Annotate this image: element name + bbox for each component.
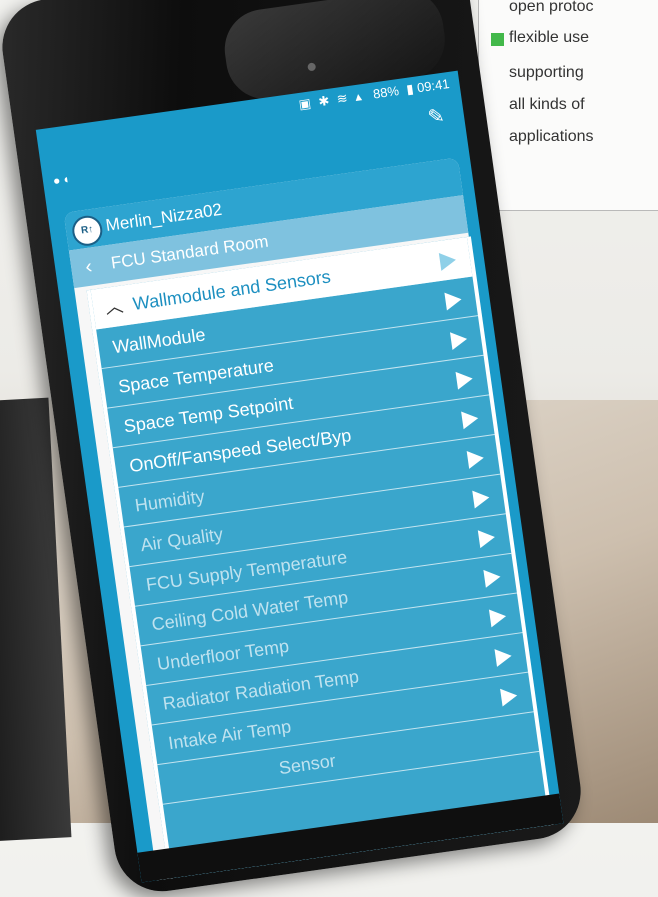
list-item-label: WallModule (111, 324, 207, 358)
green-bullet-icon (491, 33, 504, 46)
brochure-line: flexible use (509, 29, 590, 46)
site-name: Merlin_Nizza02 (104, 199, 224, 235)
play-arrow-icon[interactable] (461, 409, 480, 430)
list-item-label: Humidity (133, 486, 206, 516)
play-arrow-icon[interactable] (483, 567, 502, 588)
play-arrow-icon[interactable] (444, 290, 463, 311)
list-item-label: Air Quality (139, 523, 225, 556)
app-logo-icon: R↑ (70, 213, 105, 248)
collapse-caret-icon[interactable]: ︿ (102, 286, 125, 328)
play-arrow-icon[interactable] (472, 488, 491, 509)
brochure-line: supporting (509, 64, 584, 81)
back-chevron-icon[interactable]: ‹ (83, 248, 95, 287)
play-arrow-icon[interactable] (477, 528, 497, 549)
battery-icon: ▮ (405, 81, 415, 97)
connection-status-icon: ● ◐ (52, 171, 72, 188)
brochure-line: applications (509, 128, 594, 145)
status-icons: ▣ ✱ ≋ ▴ (297, 88, 365, 112)
list-item-label: Sensor (277, 750, 337, 779)
brochure-line: all kinds of (509, 96, 585, 113)
play-arrow-icon[interactable] (449, 329, 469, 351)
battery-level: 88% (372, 83, 400, 102)
play-arrow-icon[interactable] (466, 448, 486, 469)
clock: 09:41 (416, 75, 451, 96)
play-arrow-icon[interactable] (438, 250, 458, 271)
brochure-panel: open protoc flexible use supporting all … (478, 0, 658, 211)
brochure-line: open protoc (509, 0, 594, 15)
datapoint-list: ︿ Wallmodule and Sensors WallModule Spac… (86, 236, 558, 883)
play-arrow-icon[interactable] (488, 607, 508, 628)
play-arrow-icon[interactable] (500, 686, 519, 707)
play-arrow-icon[interactable] (455, 369, 474, 390)
play-arrow-icon[interactable] (494, 646, 513, 667)
navigation-panel: R↑ Merlin_Nizza02 ‹ FCU Standard Room ︿ … (63, 157, 558, 883)
